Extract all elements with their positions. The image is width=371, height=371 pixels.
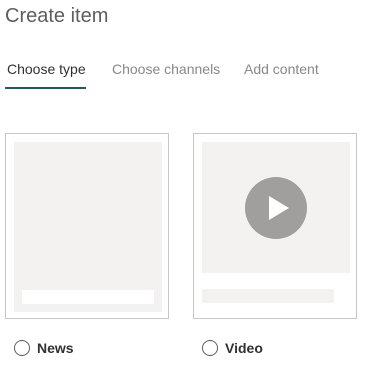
video-option-label: Video (225, 340, 263, 356)
active-tab-indicator (5, 87, 86, 89)
video-thumbnail (202, 142, 350, 273)
tab-add-content[interactable]: Add content (244, 60, 319, 78)
tab-choose-channels[interactable]: Choose channels (112, 60, 220, 78)
news-caption-placeholder (22, 290, 154, 304)
video-caption-placeholder (202, 289, 334, 303)
page-title: Create item (5, 5, 109, 27)
news-thumbnail (14, 142, 162, 312)
news-card[interactable] (5, 133, 169, 319)
play-icon (245, 177, 307, 239)
video-option[interactable]: Video (202, 338, 263, 358)
tab-choose-type[interactable]: Choose type (7, 60, 86, 78)
wizard-tabs: Choose type Choose channels Add content (0, 56, 371, 92)
video-card[interactable] (193, 133, 357, 319)
news-option[interactable]: News (14, 338, 74, 358)
play-triangle (269, 196, 289, 220)
news-option-label: News (37, 340, 74, 356)
news-radio[interactable] (14, 340, 30, 356)
video-radio[interactable] (202, 340, 218, 356)
